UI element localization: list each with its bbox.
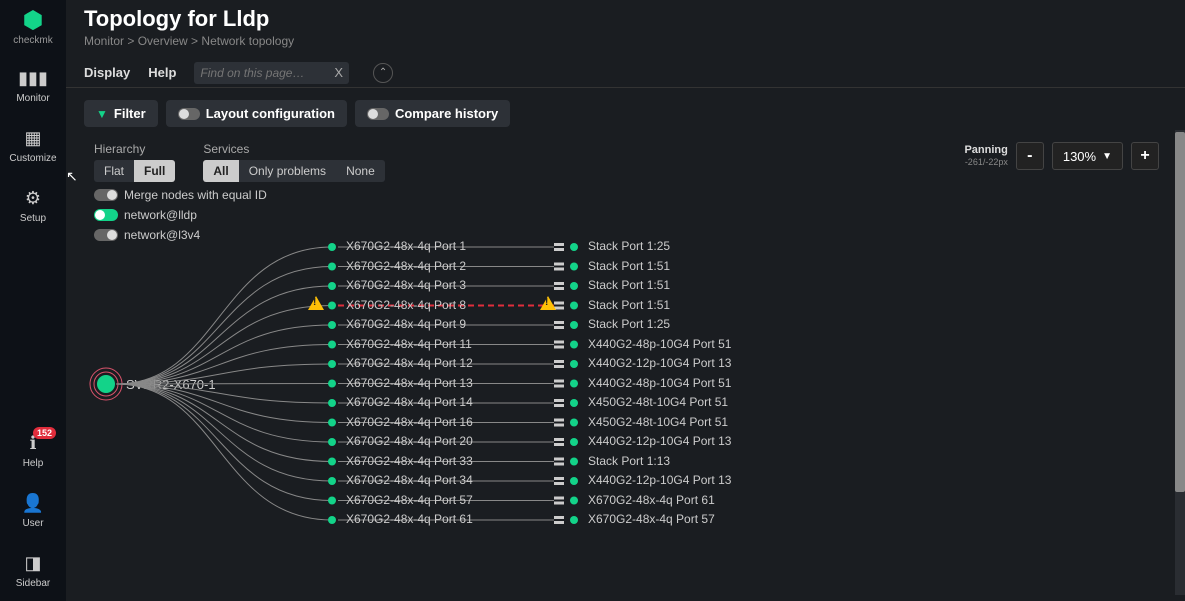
port-left-label[interactable]: X670G2-48x-4q Port 61 — [346, 512, 473, 526]
warning-icon — [308, 296, 324, 310]
merge-toggle[interactable] — [94, 189, 118, 201]
logo-icon: ⬢ — [7, 6, 59, 35]
merge-nodes-row: Merge nodes with equal ID — [94, 188, 399, 202]
compare-history-button[interactable]: Compare history — [355, 100, 510, 127]
page-title: Topology for Lldp — [84, 6, 1167, 32]
port-left-label[interactable]: X670G2-48x-4q Port 16 — [346, 415, 473, 429]
sidebar-icon: ◨ — [0, 553, 66, 574]
warning-icon — [540, 296, 556, 310]
nav-label: Monitor — [16, 93, 49, 104]
chevron-down-icon: ▼ — [1102, 151, 1112, 162]
network-lldp-row: network@lldp — [94, 208, 399, 222]
nav-label: Setup — [20, 213, 46, 224]
port-right-label[interactable]: X440G2-48p-10G4 Port 51 — [588, 337, 731, 351]
vertical-scrollbar[interactable] — [1175, 130, 1185, 595]
panning-info: Panning -261/-22px — [964, 144, 1007, 168]
nav-monitor[interactable]: ▮▮▮ Monitor — [0, 56, 66, 116]
port-left-label[interactable]: X670G2-48x-4q Port 8 — [346, 298, 466, 312]
port-left-label[interactable]: X670G2-48x-4q Port 33 — [346, 454, 473, 468]
toggle-icon — [367, 108, 389, 120]
port-right-label[interactable]: X450G2-48t-10G4 Port 51 — [588, 395, 728, 409]
zoom-out-button[interactable]: - — [1016, 142, 1044, 170]
port-right-label[interactable]: X670G2-48x-4q Port 61 — [588, 493, 715, 507]
menu-help[interactable]: Help — [148, 65, 176, 80]
port-left-label[interactable]: X670G2-48x-4q Port 2 — [346, 259, 466, 273]
search-clear-icon[interactable]: X — [334, 65, 343, 80]
hierarchy-full[interactable]: Full — [134, 160, 175, 182]
services-none[interactable]: None — [336, 160, 385, 182]
port-right-label[interactable]: X670G2-48x-4q Port 57 — [588, 512, 715, 526]
chevron-up-icon: ⌃ — [379, 67, 387, 78]
breadcrumb[interactable]: Monitor > Overview > Network topology — [84, 34, 1167, 48]
gear-icon: ⚙ — [0, 188, 66, 209]
port-right-label[interactable]: Stack Port 1:51 — [588, 259, 670, 273]
nav-setup[interactable]: ⚙ Setup — [0, 176, 66, 236]
left-sidebar: ⬢ checkmk ▮▮▮ Monitor ▦ Customize ⚙ Setu… — [0, 0, 66, 601]
services-all[interactable]: All — [203, 160, 238, 182]
search-input[interactable] — [200, 66, 330, 80]
filter-button[interactable]: ▼ Filter — [84, 100, 158, 127]
help-badge-count: 152 — [33, 427, 56, 439]
nav-label: Customize — [9, 153, 56, 164]
l3v4-toggle[interactable] — [94, 229, 118, 241]
nav-sidebar-toggle[interactable]: ◨ Sidebar — [0, 541, 66, 601]
port-left-label[interactable]: X670G2-48x-4q Port 3 — [346, 278, 466, 292]
user-icon: 👤 — [0, 493, 66, 514]
root-node-label[interactable]: SVRR2-X670-1 — [126, 377, 216, 392]
main-area: Topology for Lldp Monitor > Overview > N… — [66, 0, 1185, 601]
port-right-label[interactable]: X440G2-12p-10G4 Port 13 — [588, 434, 731, 448]
logo-text: checkmk — [13, 35, 52, 46]
nav-user[interactable]: 👤 User — [0, 481, 66, 541]
hierarchy-group: Flat Full — [94, 160, 175, 182]
nav-help[interactable]: 152 ℹ Help — [0, 421, 66, 481]
port-right-label[interactable]: Stack Port 1:25 — [588, 239, 670, 253]
zoom-select[interactable]: 130% ▼ — [1052, 142, 1123, 170]
port-right-label[interactable]: Stack Port 1:25 — [588, 317, 670, 331]
port-left-label[interactable]: X670G2-48x-4q Port 20 — [346, 434, 473, 448]
hierarchy-label: Hierarchy — [94, 142, 189, 156]
port-left-label[interactable]: X670G2-48x-4q Port 9 — [346, 317, 466, 331]
port-left-label[interactable]: X670G2-48x-4q Port 13 — [346, 376, 473, 390]
port-right-label[interactable]: X440G2-12p-10G4 Port 13 — [588, 473, 731, 487]
view-controls: Hierarchy Flat Full Services All Only pr… — [94, 142, 399, 242]
services-group: All Only problems None — [203, 160, 384, 182]
logo[interactable]: ⬢ checkmk — [7, 6, 59, 46]
port-right-label[interactable]: Stack Port 1:13 — [588, 454, 670, 468]
page-header: Topology for Lldp Monitor > Overview > N… — [66, 0, 1185, 48]
port-right-label[interactable]: X440G2-12p-10G4 Port 13 — [588, 356, 731, 370]
toggle-icon — [178, 108, 200, 120]
port-left-label[interactable]: X670G2-48x-4q Port 12 — [346, 356, 473, 370]
nav-label: Help — [23, 458, 44, 469]
scrollbar-thumb[interactable] — [1175, 132, 1185, 492]
hierarchy-flat[interactable]: Flat — [94, 160, 134, 182]
nav-label: Sidebar — [16, 578, 50, 589]
topology-canvas[interactable]: Hierarchy Flat Full Services All Only pr… — [84, 130, 1173, 601]
monitor-icon: ▮▮▮ — [0, 68, 66, 89]
port-left-label[interactable]: X670G2-48x-4q Port 57 — [346, 493, 473, 507]
port-right-label[interactable]: Stack Port 1:51 — [588, 298, 670, 312]
port-left-label[interactable]: X670G2-48x-4q Port 34 — [346, 473, 473, 487]
lldp-toggle[interactable] — [94, 209, 118, 221]
customize-icon: ▦ — [0, 128, 66, 149]
port-left-label[interactable]: X670G2-48x-4q Port 1 — [346, 239, 466, 253]
services-only-problems[interactable]: Only problems — [239, 160, 336, 182]
port-left-label[interactable]: X670G2-48x-4q Port 11 — [346, 337, 472, 351]
port-left-label[interactable]: X670G2-48x-4q Port 14 — [346, 395, 473, 409]
port-right-label[interactable]: Stack Port 1:51 — [588, 278, 670, 292]
nav-customize[interactable]: ▦ Customize — [0, 116, 66, 176]
collapse-up-button[interactable]: ⌃ — [373, 63, 393, 83]
port-right-label[interactable]: X450G2-48t-10G4 Port 51 — [588, 415, 728, 429]
zoom-controls: Panning -261/-22px - 130% ▼ + — [964, 142, 1159, 170]
services-label: Services — [203, 142, 398, 156]
filter-icon: ▼ — [96, 107, 108, 121]
menu-display[interactable]: Display — [84, 65, 130, 80]
nav-label: User — [22, 518, 43, 529]
zoom-in-button[interactable]: + — [1131, 142, 1159, 170]
page-search[interactable]: X — [194, 62, 349, 84]
layout-config-button[interactable]: Layout configuration — [166, 100, 347, 127]
menubar: Display Help X ⌃ — [66, 58, 1185, 88]
port-right-label[interactable]: X440G2-48p-10G4 Port 51 — [588, 376, 731, 390]
